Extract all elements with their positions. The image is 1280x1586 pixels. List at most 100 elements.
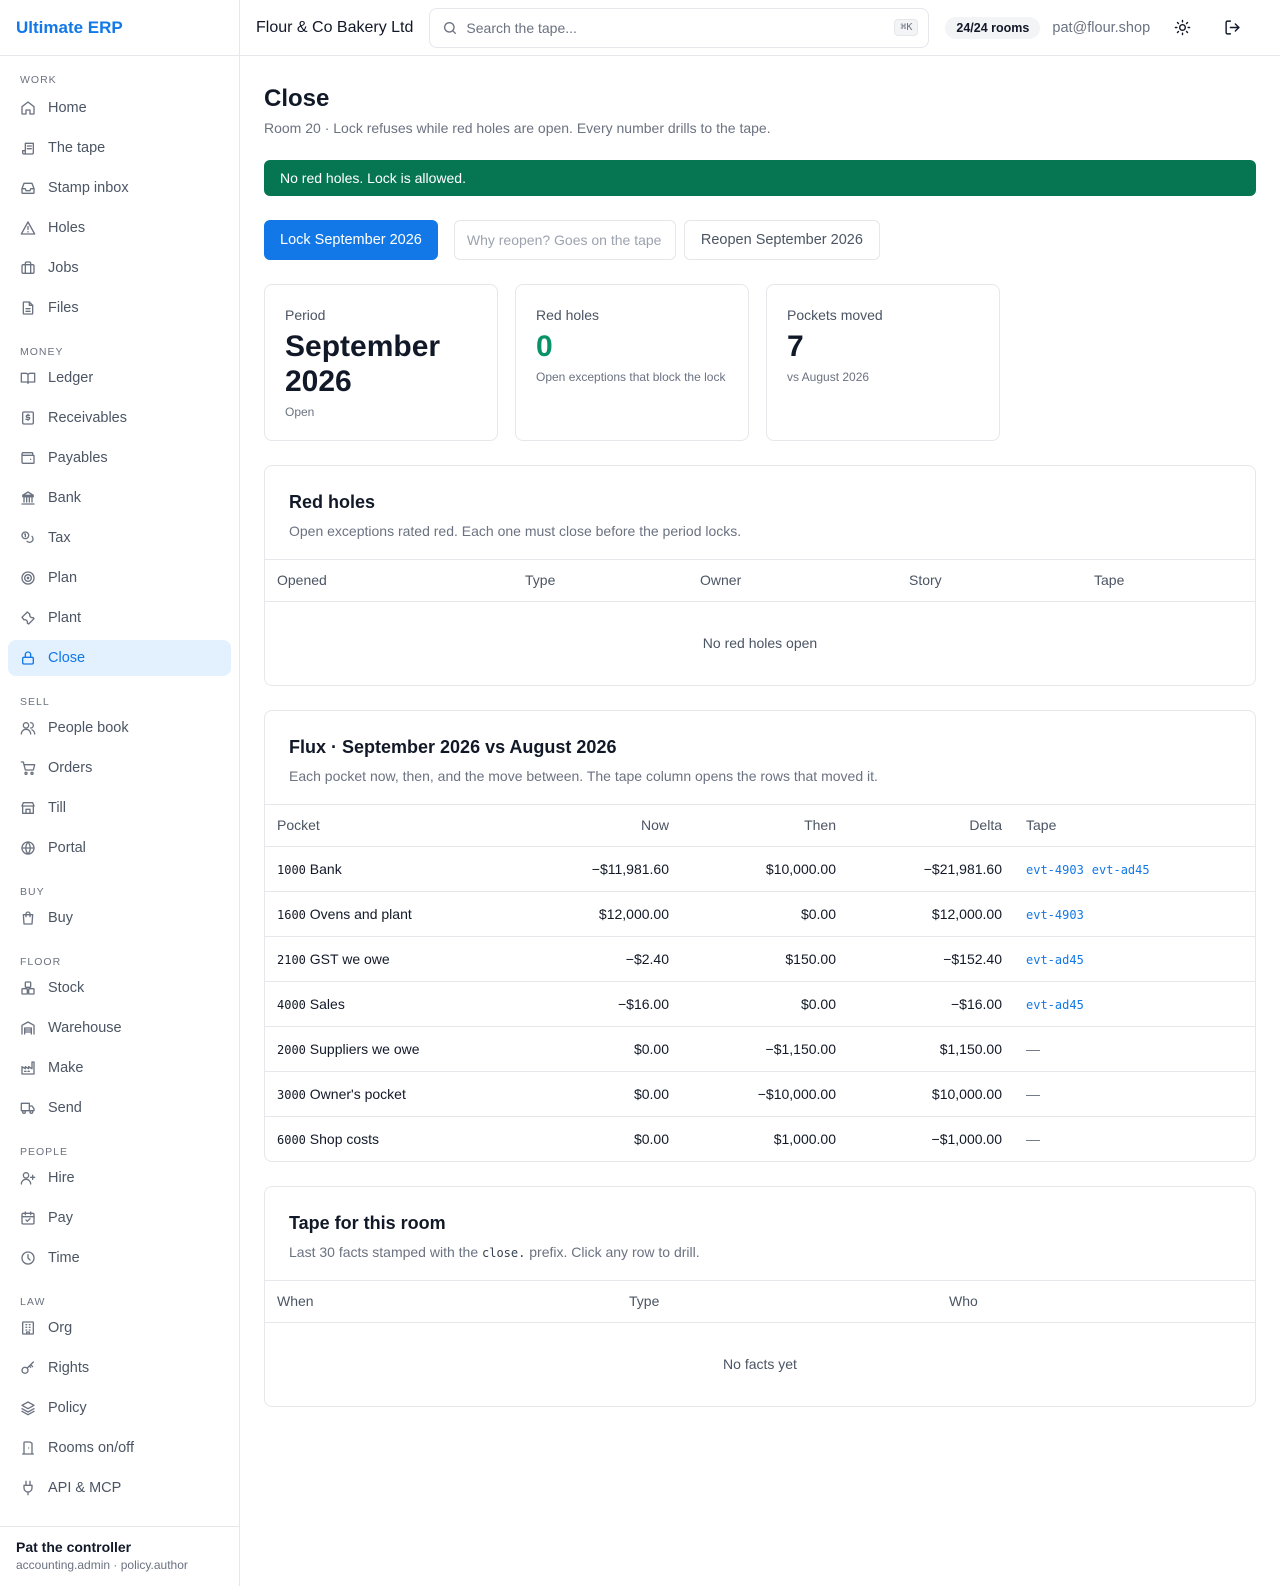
card-description: Each pocket now, then, and the move betw… xyxy=(289,768,878,784)
sidebar-item-time[interactable]: Time xyxy=(8,1240,231,1276)
table-row[interactable]: 1600 Ovens and plant $12,000.00 $0.00 $12,0… xyxy=(265,891,1255,937)
column-header-type[interactable]: Type xyxy=(617,1281,937,1323)
warehouse-icon xyxy=(20,1020,36,1036)
tape-cell: — xyxy=(1014,1026,1255,1072)
now-cell: $12,000.00 xyxy=(515,891,681,937)
tape-event-link[interactable]: evt-ad45 xyxy=(1092,863,1150,877)
column-header-owner[interactable]: Owner xyxy=(688,560,897,602)
sidebar-item-tax[interactable]: Tax xyxy=(8,520,231,556)
sidebar-item-till[interactable]: Till xyxy=(8,790,231,826)
column-header-opened[interactable]: Opened xyxy=(265,560,513,602)
sidebar-item-files[interactable]: Files xyxy=(8,290,231,326)
search-input[interactable]: Search the tape... ⌘K xyxy=(429,7,930,48)
app-logo[interactable]: Ultimate ERP xyxy=(0,0,239,56)
sidebar-item-label: Stamp inbox xyxy=(48,180,129,196)
sidebar-item-ledger[interactable]: Ledger xyxy=(8,360,231,396)
sidebar-item-buy[interactable]: Buy xyxy=(8,900,231,936)
column-header-when[interactable]: When xyxy=(265,1281,617,1323)
column-header-delta[interactable]: Delta xyxy=(848,805,1014,847)
sidebar-item-home[interactable]: Home xyxy=(8,90,231,126)
account-code: 2100 xyxy=(277,952,306,967)
lock-period-button[interactable]: Lock September 2026 xyxy=(264,220,438,260)
sidebar-item-portal[interactable]: Portal xyxy=(8,830,231,866)
tape-event-link[interactable]: evt-ad45 xyxy=(1026,953,1084,967)
stat-note: Open exceptions that block the lock xyxy=(536,370,726,384)
sidebar-item-plant[interactable]: Plant xyxy=(8,600,231,636)
sidebar-item-label: Receivables xyxy=(48,410,127,426)
sidebar-item-orders[interactable]: Orders xyxy=(8,750,231,786)
nav-section-people: People xyxy=(20,1146,69,1158)
table-row[interactable]: 2100 GST we owe −$2.40 $150.00 −$152.40 evt-… xyxy=(265,936,1255,982)
tape-event-link[interactable]: evt-4903 xyxy=(1026,863,1084,877)
main: Flour & Co Bakery Ltd Search the tape...… xyxy=(240,0,1280,1586)
account-name: Shop costs xyxy=(305,1130,380,1147)
column-header-type[interactable]: Type xyxy=(513,560,688,602)
table-row[interactable]: 2000 Suppliers we owe $0.00 −$1,150.00 $1,1… xyxy=(265,1026,1255,1072)
delta-cell: −$1,000.00 xyxy=(931,1130,1002,1147)
sidebar-item-holes[interactable]: Holes xyxy=(8,210,231,246)
account-name: Bank xyxy=(305,860,342,877)
table-row[interactable]: 1000 Bank −$11,981.60 $10,000.00 −$21,981.6… xyxy=(265,846,1255,892)
nav-section-floor: Floor xyxy=(20,956,62,968)
sidebar-item-api-and-mcp[interactable]: API & MCP xyxy=(8,1470,231,1506)
account-name: Ovens and plant xyxy=(305,905,412,922)
sidebar-item-stamp-inbox[interactable]: Stamp inbox xyxy=(8,170,231,206)
sidebar-item-receivables[interactable]: Receivables xyxy=(8,400,231,436)
sidebar-item-label: Files xyxy=(48,300,79,316)
table-row[interactable]: 6000 Shop costs $0.00 $1,000.00 −$1,000.00 — xyxy=(265,1116,1255,1161)
sidebar-item-warehouse[interactable]: Warehouse xyxy=(8,1010,231,1046)
then-cell: $150.00 xyxy=(681,936,848,982)
tape-event-link[interactable]: evt-4903 xyxy=(1026,908,1084,922)
column-header-story[interactable]: Story xyxy=(897,560,1082,602)
theme-toggle-button[interactable] xyxy=(1164,10,1200,46)
sidebar-item-label: Ledger xyxy=(48,370,94,386)
tape-cell: evt-4903 evt-ad45 xyxy=(1014,846,1255,892)
account-code: 4000 xyxy=(277,997,306,1012)
column-header-now[interactable]: Now xyxy=(515,805,681,847)
sidebar-item-jobs[interactable]: Jobs xyxy=(8,250,231,286)
account-code: 6000 xyxy=(277,1132,306,1147)
stat-label: Pockets moved xyxy=(787,307,883,323)
stat-period: Period September 2026 Open xyxy=(264,284,498,441)
column-header-pocket[interactable]: Pocket xyxy=(265,805,515,847)
sidebar-item-rooms-on-off[interactable]: Rooms on/off xyxy=(8,1430,231,1466)
column-header-tape[interactable]: Tape xyxy=(1082,560,1255,602)
org-name[interactable]: Flour & Co Bakery Ltd xyxy=(256,19,413,37)
sidebar-item-org[interactable]: Org xyxy=(8,1310,231,1346)
sidebar-item-rights[interactable]: Rights xyxy=(8,1350,231,1386)
sidebar-item-stock[interactable]: Stock xyxy=(8,970,231,1006)
stats-row: Period September 2026 Open Red holes 0 O… xyxy=(264,284,1256,441)
sidebar-item-label: Buy xyxy=(48,910,73,926)
sidebar-item-people-book[interactable]: People book xyxy=(8,710,231,746)
sidebar-nav: Work Home The tape Stamp inbox Holes Jobs File… xyxy=(0,56,239,1526)
stat-pockets-moved[interactable]: Pockets moved 7 vs August 2026 xyxy=(766,284,1000,441)
sidebar-item-hire[interactable]: Hire xyxy=(8,1160,231,1196)
column-header-then[interactable]: Then xyxy=(681,805,848,847)
logout-icon xyxy=(1225,20,1240,35)
sidebar-item-payables[interactable]: Payables xyxy=(8,440,231,476)
stat-red-holes[interactable]: Red holes 0 Open exceptions that block t… xyxy=(515,284,749,441)
sidebar-item-label: Hire xyxy=(48,1170,75,1186)
then-cell: −$10,000.00 xyxy=(681,1071,848,1117)
room-tape-card: Tape for this room Last 30 facts stamped… xyxy=(264,1186,1256,1407)
sidebar-item-policy[interactable]: Policy xyxy=(8,1390,231,1426)
column-header-who[interactable]: Who xyxy=(937,1281,1255,1323)
reopen-period-button[interactable]: Reopen September 2026 xyxy=(683,220,880,260)
logout-button[interactable] xyxy=(1214,10,1250,46)
globe-icon xyxy=(20,840,36,856)
reopen-reason-input[interactable] xyxy=(453,220,676,260)
table-row[interactable]: 4000 Sales −$16.00 $0.00 −$16.00 evt-ad45 xyxy=(265,981,1255,1027)
tape-event-link[interactable]: evt-ad45 xyxy=(1026,998,1084,1012)
sidebar: Ultimate ERP Work Home The tape Stamp inbox… xyxy=(0,0,240,1586)
sidebar-item-make[interactable]: Make xyxy=(8,1050,231,1086)
sidebar-item-close[interactable]: Close xyxy=(8,640,231,676)
sidebar-item-bank[interactable]: Bank xyxy=(8,480,231,516)
sidebar-item-send[interactable]: Send xyxy=(8,1090,231,1126)
sidebar-item-pay[interactable]: Pay xyxy=(8,1200,231,1236)
sidebar-item-plan[interactable]: Plan xyxy=(8,560,231,596)
column-header-tape[interactable]: Tape xyxy=(1014,805,1255,847)
table-row[interactable]: 3000 Owner's pocket $0.00 −$10,000.00 $10,0… xyxy=(265,1071,1255,1117)
sidebar-item-the-tape[interactable]: The tape xyxy=(8,130,231,166)
cart-icon xyxy=(20,760,36,776)
room-tape-table: When Type Who No facts yet xyxy=(265,1281,1255,1406)
